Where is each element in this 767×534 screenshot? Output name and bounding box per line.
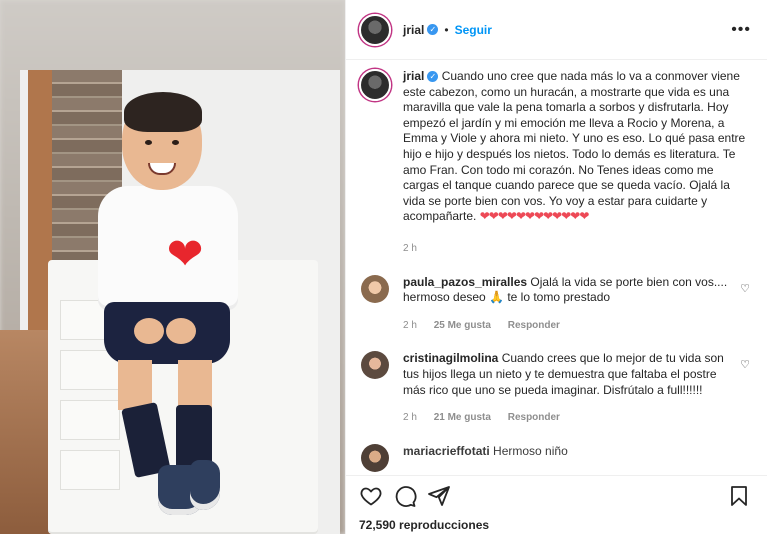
comment-timestamp[interactable]: 2 h: [403, 412, 417, 423]
caption-username[interactable]: jrial: [403, 69, 424, 83]
comment-likes-count[interactable]: 21 Me gusta: [434, 412, 491, 423]
author-username[interactable]: jrial: [403, 23, 424, 37]
commenter-username[interactable]: mariacrieffotati: [403, 444, 490, 458]
photo-drawer: [60, 400, 120, 440]
caption-author-avatar[interactable]: [359, 69, 391, 101]
commenter-avatar[interactable]: [361, 274, 389, 303]
save-bookmark-icon[interactable]: [727, 484, 751, 508]
comment-item: paula_pazos_miralles Ojalá la vida se po…: [359, 274, 751, 334]
caption-text: Cuando uno cree que nada más lo va a con…: [403, 69, 746, 224]
comment-body: cristinagilmolina Cuando crees que lo me…: [403, 351, 738, 425]
comment-like-heart-icon[interactable]: ♡: [739, 359, 751, 371]
post-actions: 72,590 reproducciones: [346, 475, 767, 534]
comment-item: cristinagilmolina Cuando crees que lo me…: [359, 351, 751, 425]
commenter-username[interactable]: cristinagilmolina: [403, 351, 498, 365]
comment-timestamp[interactable]: 2 h: [403, 320, 417, 331]
photo-kid-eye: [172, 140, 179, 145]
photo-kid-leg: [118, 360, 152, 410]
views-count[interactable]: 72,590 reproducciones: [359, 518, 751, 532]
author-avatar[interactable]: [359, 13, 391, 46]
comment-meta: 2 h 25 Me gusta Responder: [403, 318, 738, 334]
heart-sticker-icon: ❤: [166, 229, 204, 280]
caption-body: jrial ✓ Cuando uno cree que nada más lo v…: [403, 69, 748, 257]
photo-kid-hand: [166, 318, 196, 344]
comment-item: mariacrieffotati Hermoso niño: [359, 443, 751, 472]
photo-kid-hair: [124, 92, 202, 132]
comment-bubble-icon[interactable]: [393, 484, 417, 508]
separator-dot: •: [444, 22, 449, 37]
comment-like-heart-icon[interactable]: ♡: [739, 283, 751, 295]
action-icons: [359, 484, 751, 508]
like-heart-icon[interactable]: [359, 484, 383, 508]
comment-meta: 2 h 21 Me gusta Responder: [403, 410, 738, 426]
comment-likes-count[interactable]: 25 Me gusta: [434, 320, 491, 331]
post-header: jrial ✓ • Seguir •••: [346, 0, 767, 60]
post-photo[interactable]: ❤: [0, 0, 345, 534]
verified-badge-icon: ✓: [427, 71, 439, 82]
commenter-avatar[interactable]: [361, 351, 389, 380]
photo-drawer: [60, 450, 120, 490]
comment-text: Hermoso niño: [493, 443, 568, 458]
comment-body: mariacrieffotati Hermoso niño: [403, 444, 738, 472]
comment-reply-button[interactable]: Responder: [508, 320, 560, 331]
verified-badge-icon: ✓: [427, 24, 439, 35]
more-options-icon[interactable]: •••: [731, 21, 751, 39]
photo-kid-shoe: [190, 460, 220, 510]
comment-body: paula_pazos_miralles Ojalá la vida se po…: [403, 275, 738, 334]
caption-meta: 2 h: [403, 241, 748, 257]
photo-kid-hand: [134, 318, 164, 344]
commenter-username[interactable]: paula_pazos_miralles: [403, 275, 527, 289]
comments-list[interactable]: jrial ✓ Cuando uno cree que nada más lo v…: [346, 61, 767, 473]
post-side-panel: jrial ✓ • Seguir ••• jrial ✓ Cuando uno c…: [345, 0, 767, 534]
photo-kid-leg: [178, 360, 212, 410]
commenter-avatar[interactable]: [361, 443, 389, 472]
follow-button[interactable]: Seguir: [455, 23, 492, 37]
comment-reply-button[interactable]: Responder: [508, 412, 560, 423]
post-caption: jrial ✓ Cuando uno cree que nada más lo v…: [359, 69, 751, 257]
photo-kid-eye: [145, 140, 152, 145]
caption-hearts: ❤❤❤❤❤❤❤❤❤❤❤❤: [479, 209, 590, 224]
instagram-post-view: ❤ jrial ✓ • Seguir ••• jrial ✓ Cuando uno…: [0, 0, 767, 534]
share-paper-plane-icon[interactable]: [427, 484, 451, 508]
caption-timestamp[interactable]: 2 h: [403, 243, 417, 254]
